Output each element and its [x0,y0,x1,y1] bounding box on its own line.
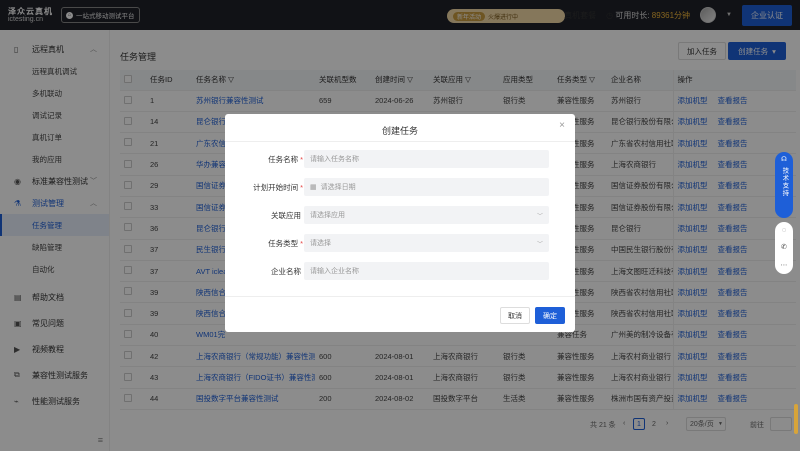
chevron-down-icon: ﹀ [536,213,543,220]
form-row-task-name: 任务名称 * 请输入任务名称 [225,150,575,168]
create-task-dialog: 创建任务 × 任务名称 * 请输入任务名称 计划开始时间 * ▦ 请选择日期 关联应用… [225,114,575,332]
close-icon[interactable]: × [559,120,565,131]
field-label: 企业名称 [271,267,301,276]
scrollbar-thumb[interactable] [794,404,798,434]
headset-icon: ☊ [781,156,787,163]
more-icon[interactable]: ⋯ [781,261,788,269]
related-app-select[interactable]: 请选择应用 ﹀ [304,206,549,224]
form-row-task-type: 任务类型 * 请选择 ﹀ [225,234,575,252]
field-label: 计划开始时间 * [253,183,303,192]
form-row-company: 企业名称 请输入企业名称 [225,262,575,280]
start-date-picker[interactable]: ▦ 请选择日期 [304,178,549,196]
field-label: 任务类型 * [268,239,303,248]
confirm-button[interactable]: 确定 [535,307,565,324]
task-type-select[interactable]: 请选择 ﹀ [304,234,549,252]
tech-support-button[interactable]: ☊ 技术支持 [775,152,793,218]
dialog-title: 创建任务 [381,126,418,136]
divider [225,141,575,142]
divider [225,296,575,297]
tech-support-label: 技术支持 [780,166,788,197]
form-row-related-app: 关联应用 请选择应用 ﹀ [225,206,575,224]
phone-icon[interactable]: ✆ [781,243,787,251]
form-row-start-date: 计划开始时间 * ▦ 请选择日期 [225,178,575,196]
calendar-icon: ▦ [310,184,317,191]
task-name-input[interactable]: 请输入任务名称 [304,150,549,168]
cancel-button[interactable]: 取消 [500,307,530,324]
chevron-down-icon: ﹀ [536,241,543,248]
field-label: 任务名称 * [268,155,303,164]
float-toolbar: ◌ ✆ ⋯ [775,222,793,274]
company-name-input[interactable]: 请输入企业名称 [304,262,549,280]
field-label: 关联应用 [271,211,301,220]
chat-icon[interactable]: ◌ [782,227,786,234]
